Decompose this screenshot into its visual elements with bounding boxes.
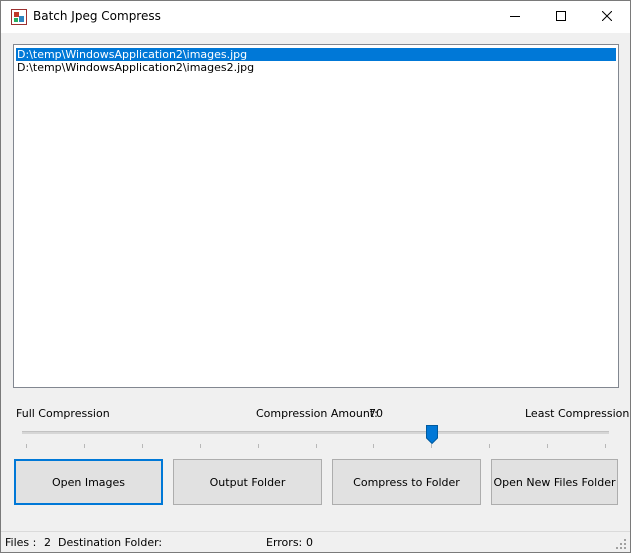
title-bar[interactable]: Batch Jpeg Compress: [1, 1, 630, 33]
full-compression-label: Full Compression: [16, 407, 110, 420]
minimize-icon: [510, 16, 520, 17]
status-bar: Files : 2 Destination Folder: Errors: 0: [1, 531, 630, 552]
slider-tick: [142, 444, 143, 448]
files-count: 2: [44, 536, 51, 549]
destination-folder-label: Destination Folder:: [58, 536, 163, 549]
slider-tick: [316, 444, 317, 448]
close-icon: [602, 11, 612, 21]
minimize-button[interactable]: [492, 1, 538, 32]
output-folder-button[interactable]: Output Folder: [173, 459, 322, 505]
app-image-icon: [11, 9, 27, 25]
maximize-icon: [556, 11, 566, 21]
slider-thumb[interactable]: [426, 425, 438, 444]
slider-tick: [84, 444, 85, 448]
compression-amount-value: 70: [369, 407, 383, 420]
errors-label: Errors:: [266, 536, 303, 549]
open-images-button[interactable]: Open Images: [14, 459, 163, 505]
slider-tick: [489, 444, 490, 448]
slider-track[interactable]: [22, 431, 609, 434]
errors-count: 0: [306, 536, 313, 549]
list-item[interactable]: D:\temp\WindowsApplication2\images.jpg: [16, 48, 616, 61]
files-label: Files :: [5, 536, 37, 549]
file-list[interactable]: D:\temp\WindowsApplication2\images.jpg D…: [13, 44, 619, 388]
slider-tick: [26, 444, 27, 448]
maximize-button[interactable]: [538, 1, 584, 32]
slider-tick: [373, 444, 374, 448]
slider-tick: [605, 444, 606, 448]
compress-to-folder-button[interactable]: Compress to Folder: [332, 459, 481, 505]
slider-tick: [547, 444, 548, 448]
resize-grip-icon[interactable]: [615, 538, 627, 550]
compression-amount-label: Compression Amount:: [256, 407, 378, 420]
main-window: Batch Jpeg Compress D:\temp\WindowsAppli…: [0, 0, 631, 553]
slider-tick: [200, 444, 201, 448]
list-item[interactable]: D:\temp\WindowsApplication2\images2.jpg: [16, 61, 616, 74]
window-title: Batch Jpeg Compress: [33, 9, 161, 23]
close-button[interactable]: [584, 1, 630, 32]
open-new-files-folder-button[interactable]: Open New Files Folder: [491, 459, 618, 505]
least-compression-label: Least Compression: [525, 407, 630, 420]
slider-tick: [258, 444, 259, 448]
slider-tick: [431, 444, 432, 448]
